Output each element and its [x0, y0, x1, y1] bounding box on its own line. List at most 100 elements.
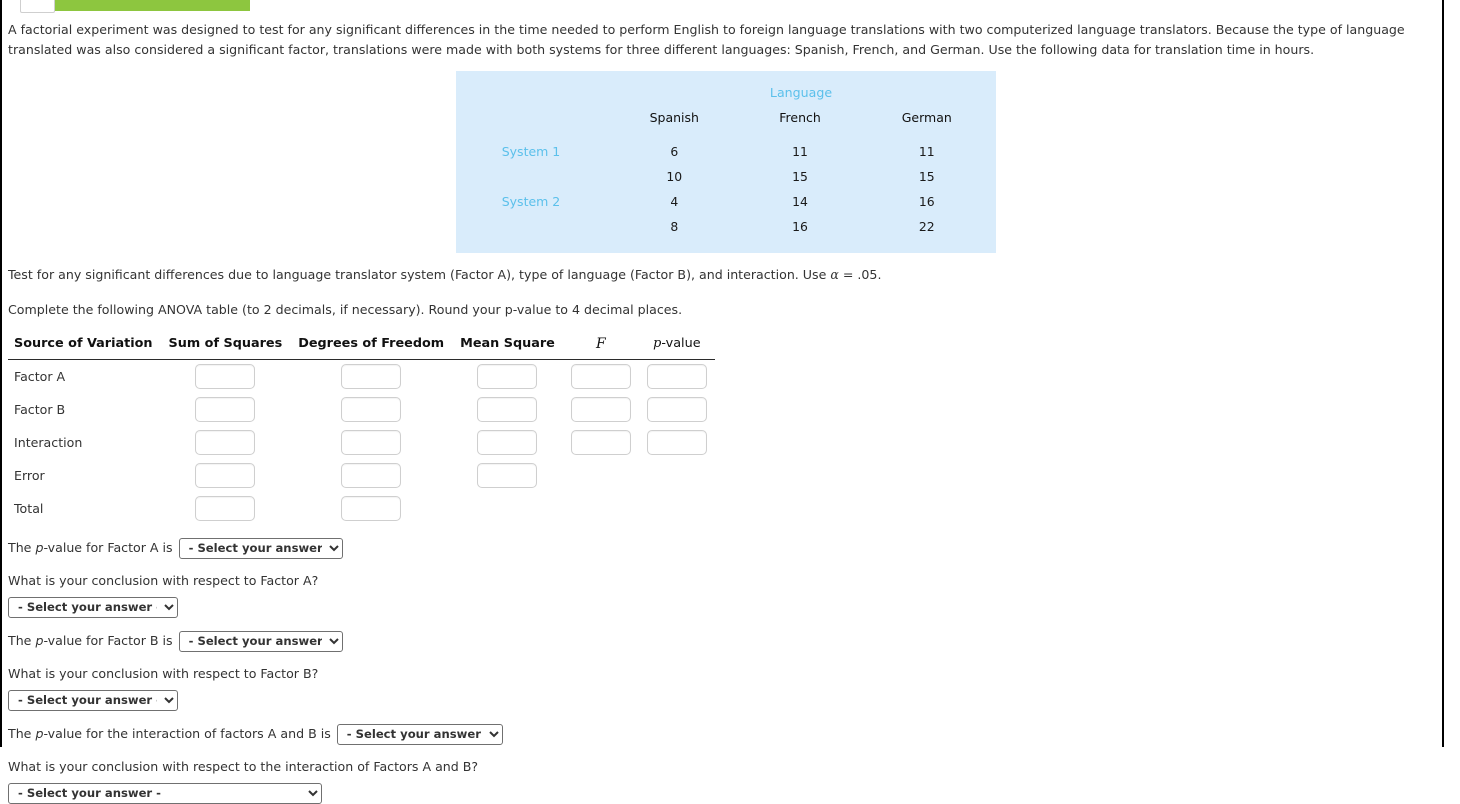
select-conclusion-factor-a[interactable]: - Select your answer - — [8, 596, 178, 618]
header-degrees-of-freedom: Degrees of Freedom — [298, 336, 445, 352]
cell-ms-total-empty — [452, 492, 563, 525]
cell-df-factor-b — [290, 393, 452, 426]
data-cell: 15 — [918, 168, 935, 184]
cell-ms-interaction — [452, 426, 563, 459]
table-row: Factor A — [8, 359, 715, 393]
data-table-col-german: German — [901, 109, 952, 125]
pvalue-interaction-row: The p-value for the interaction of facto… — [8, 723, 1434, 745]
input-ss-interaction[interactable] — [195, 429, 256, 455]
question-prompt: A factorial experiment was designed to t… — [8, 22, 1405, 58]
conclusion-interaction-label: What is your conclusion with respect to … — [8, 758, 479, 774]
table-row: Total — [8, 492, 715, 525]
input-ss-factor-a[interactable] — [195, 363, 256, 389]
cell-f-factor-b — [563, 393, 639, 426]
anova-header-row: Source of Variation Sum of Squares Degre… — [8, 336, 715, 360]
data-cell: 22 — [918, 218, 935, 234]
cell-f-factor-a — [563, 359, 639, 393]
pvalue-factor-a-label: The p-value for Factor A is — [8, 539, 173, 557]
cell-ss-factor-b — [161, 393, 291, 426]
select-pvalue-factor-b[interactable]: - Select your answer - — [178, 630, 343, 652]
header-p-value: p-value — [639, 336, 715, 360]
conclusion-factor-a-row: - Select your answer - — [8, 596, 1434, 618]
data-row-label-blank — [456, 214, 606, 239]
progress-bar — [55, 0, 250, 11]
cell-df-total — [290, 492, 452, 525]
data-cell: 16 — [792, 218, 808, 234]
input-df-error[interactable] — [341, 462, 402, 488]
data-table-col-french: French — [779, 109, 821, 125]
document-icon-button[interactable] — [20, 0, 55, 13]
anova-row-label-interaction: Interaction — [14, 434, 83, 450]
data-table-corner — [456, 79, 606, 110]
input-p-interaction[interactable] — [646, 429, 707, 455]
alpha-symbol: α — [830, 266, 839, 282]
cell-f-interaction — [563, 426, 639, 459]
input-ms-factor-b[interactable] — [477, 396, 538, 422]
data-cell: 10 — [666, 168, 683, 184]
cell-p-factor-a — [639, 359, 715, 393]
data-cell: 11 — [918, 143, 935, 159]
input-df-interaction[interactable] — [341, 429, 402, 455]
input-ss-factor-b[interactable] — [195, 396, 256, 422]
input-ss-error[interactable] — [195, 462, 256, 488]
cell-ms-factor-b — [452, 393, 563, 426]
anova-row-label-total: Total — [14, 500, 44, 516]
cell-df-interaction — [290, 426, 452, 459]
pval-a-prefix: The — [8, 540, 36, 556]
data-cell: 15 — [792, 168, 808, 184]
pvalue-interaction-label: The p-value for the interaction of facto… — [8, 725, 331, 743]
pval-b-prefix: The — [8, 633, 36, 649]
pval-ab-prefix: The — [8, 726, 36, 742]
select-pvalue-interaction[interactable]: - Select your answer - — [336, 723, 503, 745]
input-ss-total[interactable] — [195, 495, 256, 521]
input-ms-error[interactable] — [477, 462, 538, 488]
data-row-label-blank — [456, 164, 606, 189]
data-row-label-system-1: System 1 — [501, 143, 561, 159]
anova-row-label-factor-b: Factor B — [14, 401, 66, 417]
input-f-factor-a[interactable] — [570, 363, 631, 389]
header-mean-square: Mean Square — [460, 336, 555, 352]
input-f-factor-b[interactable] — [570, 396, 631, 422]
p-suffix: -value — [661, 336, 701, 352]
cell-p-total-empty — [639, 492, 715, 525]
anova-table: Source of Variation Sum of Squares Degre… — [8, 336, 715, 525]
input-df-total[interactable] — [341, 495, 402, 521]
data-table-group-header: Language — [769, 84, 833, 100]
input-df-factor-b[interactable] — [341, 396, 402, 422]
cell-f-total-empty — [563, 492, 639, 525]
data-cell: 16 — [918, 193, 935, 209]
table-row: System 1 6 11 11 — [456, 139, 996, 164]
cell-p-error-empty — [639, 459, 715, 492]
data-cell: 11 — [792, 143, 808, 159]
input-f-interaction[interactable] — [570, 429, 631, 455]
cell-ss-interaction — [161, 426, 291, 459]
select-pvalue-factor-a[interactable]: - Select your answer - — [178, 537, 343, 559]
header-f-statistic: F — [596, 335, 606, 352]
table-row: Interaction — [8, 426, 715, 459]
data-cell: 14 — [792, 193, 808, 209]
header-source-of-variation: Source of Variation — [14, 336, 153, 352]
table-row: Error — [8, 459, 715, 492]
input-p-factor-b[interactable] — [646, 396, 707, 422]
conclusion-interaction-row: - Select your answer - — [8, 782, 1434, 804]
anova-row-label-factor-a: Factor A — [14, 368, 66, 384]
pval-ab-suffix: -value for the interaction of factors A … — [43, 726, 331, 742]
input-df-factor-a[interactable] — [341, 363, 402, 389]
table-row: Factor B — [8, 393, 715, 426]
conclusion-factor-a-label: What is your conclusion with respect to … — [8, 572, 319, 588]
cell-ms-error — [452, 459, 563, 492]
cell-ms-factor-a — [452, 359, 563, 393]
cell-f-error-empty — [563, 459, 639, 492]
conclusion-factor-b-row: - Select your answer - — [8, 689, 1434, 711]
cell-p-interaction — [639, 426, 715, 459]
instruction-text-b: = .05 — [838, 266, 878, 282]
input-ms-factor-a[interactable] — [477, 363, 538, 389]
input-p-factor-a[interactable] — [646, 363, 707, 389]
select-conclusion-factor-b[interactable]: - Select your answer - — [8, 689, 178, 711]
conclusion-factor-b-label: What is your conclusion with respect to … — [8, 665, 319, 681]
input-ms-interaction[interactable] — [477, 429, 538, 455]
pvalue-factor-b-label: The p-value for Factor B is — [8, 632, 173, 650]
select-conclusion-interaction[interactable]: - Select your answer - — [8, 782, 322, 804]
table-row: System 2 4 14 16 — [456, 189, 996, 214]
page-content: A factorial experiment was designed to t… — [0, 0, 1444, 804]
